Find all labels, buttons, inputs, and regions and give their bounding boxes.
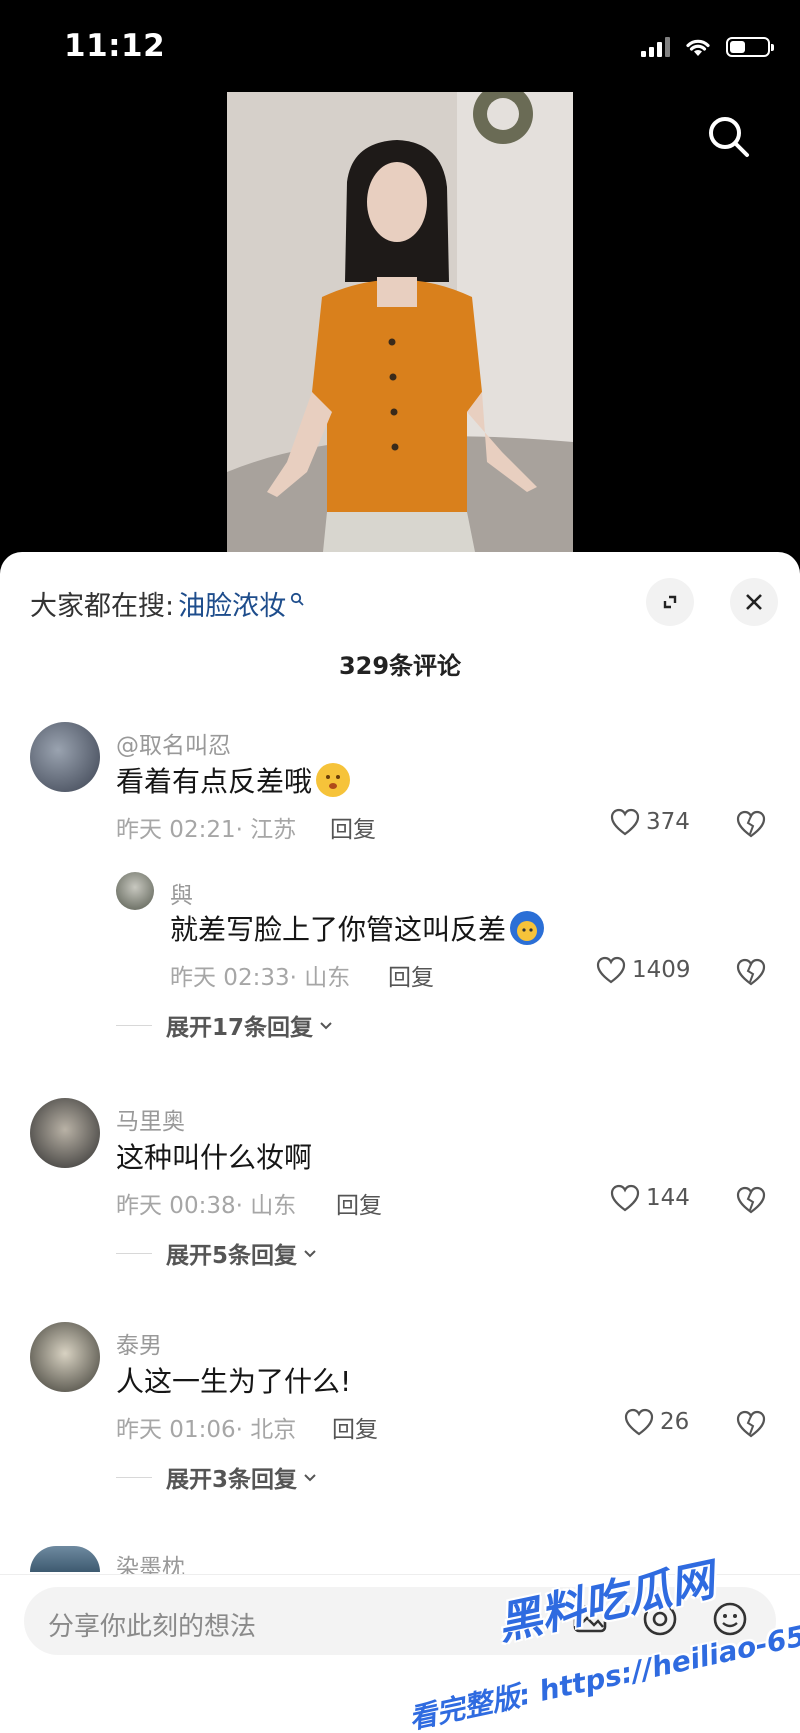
hot-search-prefix: 大家都在搜: <box>30 591 175 622</box>
dislike-icon[interactable] <box>736 1410 766 1438</box>
like-count: 144 <box>646 1185 690 1211</box>
battery-icon <box>726 37 774 57</box>
dislike-icon[interactable] <box>736 1186 766 1214</box>
video-area[interactable] <box>0 92 800 562</box>
status-icons <box>641 36 774 58</box>
heart-icon <box>596 956 626 984</box>
comment-text: 看着有点反差哦 <box>116 760 351 800</box>
reply-button[interactable]: 回复 <box>330 810 376 844</box>
reply-button[interactable]: 回复 <box>336 1186 382 1220</box>
like-button[interactable]: 1409 <box>596 956 691 984</box>
like-count: 374 <box>646 809 690 835</box>
comment-text: 这种叫什么妆啊 <box>116 1141 313 1174</box>
sheet-header: 大家都在搜: 油脸浓妆 329条评论 <box>0 552 800 682</box>
dislike-icon[interactable] <box>736 958 766 986</box>
emoji-icon <box>316 763 351 797</box>
avatar[interactable] <box>30 722 100 792</box>
reply-text: 就差写脸上了你管这叫反差 <box>170 908 545 948</box>
comment-text: 人这一生为了什么! <box>116 1365 352 1398</box>
heart-icon <box>610 808 640 836</box>
close-button[interactable] <box>730 578 778 626</box>
small-search-icon <box>291 592 304 606</box>
status-bar: 11:12 <box>0 0 800 92</box>
comment-username[interactable]: @取名叫忍 <box>116 726 231 760</box>
comment-input-placeholder: 分享你此刻的想法 <box>48 1612 257 1642</box>
status-time: 11:12 <box>64 28 166 64</box>
like-button[interactable]: 144 <box>610 1184 690 1212</box>
expand-replies-button[interactable]: 展开17条回复 <box>116 1008 335 1042</box>
avatar[interactable] <box>30 1546 100 1572</box>
comment-meta: 昨天 01:06· 北京 <box>116 1417 297 1443</box>
hot-search-keyword[interactable]: 油脸浓妆 <box>178 584 286 623</box>
like-count: 1409 <box>632 957 691 983</box>
reply-username[interactable]: 與 <box>170 876 193 910</box>
like-button[interactable]: 374 <box>610 808 690 836</box>
like-count: 26 <box>660 1409 690 1435</box>
reply-button[interactable]: 回复 <box>388 958 434 992</box>
video-image <box>227 92 573 562</box>
chevron-down-icon <box>320 1022 332 1030</box>
emoji-icon <box>510 911 545 945</box>
wifi-icon <box>686 39 710 56</box>
comment-count: 329条评论 <box>338 652 462 680</box>
reply-button[interactable]: 回复 <box>332 1410 378 1444</box>
video-frame[interactable] <box>227 92 573 562</box>
expand-button[interactable] <box>646 578 694 626</box>
avatar[interactable] <box>30 1322 100 1392</box>
reply-meta: 昨天 02:33· 山东 <box>170 965 351 991</box>
cellular-signal-icon <box>641 37 670 57</box>
hot-search[interactable]: 大家都在搜: 油脸浓妆 <box>30 584 304 623</box>
close-icon <box>746 594 762 610</box>
expand-replies-button[interactable]: 展开3条回复 <box>116 1460 319 1494</box>
comment-username[interactable]: 马里奥 <box>116 1102 185 1136</box>
dislike-icon[interactable] <box>736 810 766 838</box>
expand-icon <box>663 595 677 609</box>
comment-username[interactable]: 泰男 <box>116 1326 162 1360</box>
comment-meta: 昨天 00:38· 山东 <box>116 1193 297 1219</box>
comment-meta: 昨天 02:21· 江苏 <box>116 817 297 843</box>
chevron-down-icon <box>304 1474 316 1482</box>
heart-icon <box>610 1184 640 1212</box>
reply-avatar[interactable] <box>116 872 154 910</box>
expand-replies-button[interactable]: 展开5条回复 <box>116 1236 319 1270</box>
chevron-down-icon <box>304 1250 316 1258</box>
like-button[interactable]: 26 <box>624 1408 689 1436</box>
avatar[interactable] <box>30 1098 100 1168</box>
heart-icon <box>624 1408 654 1436</box>
search-icon[interactable] <box>704 112 752 160</box>
